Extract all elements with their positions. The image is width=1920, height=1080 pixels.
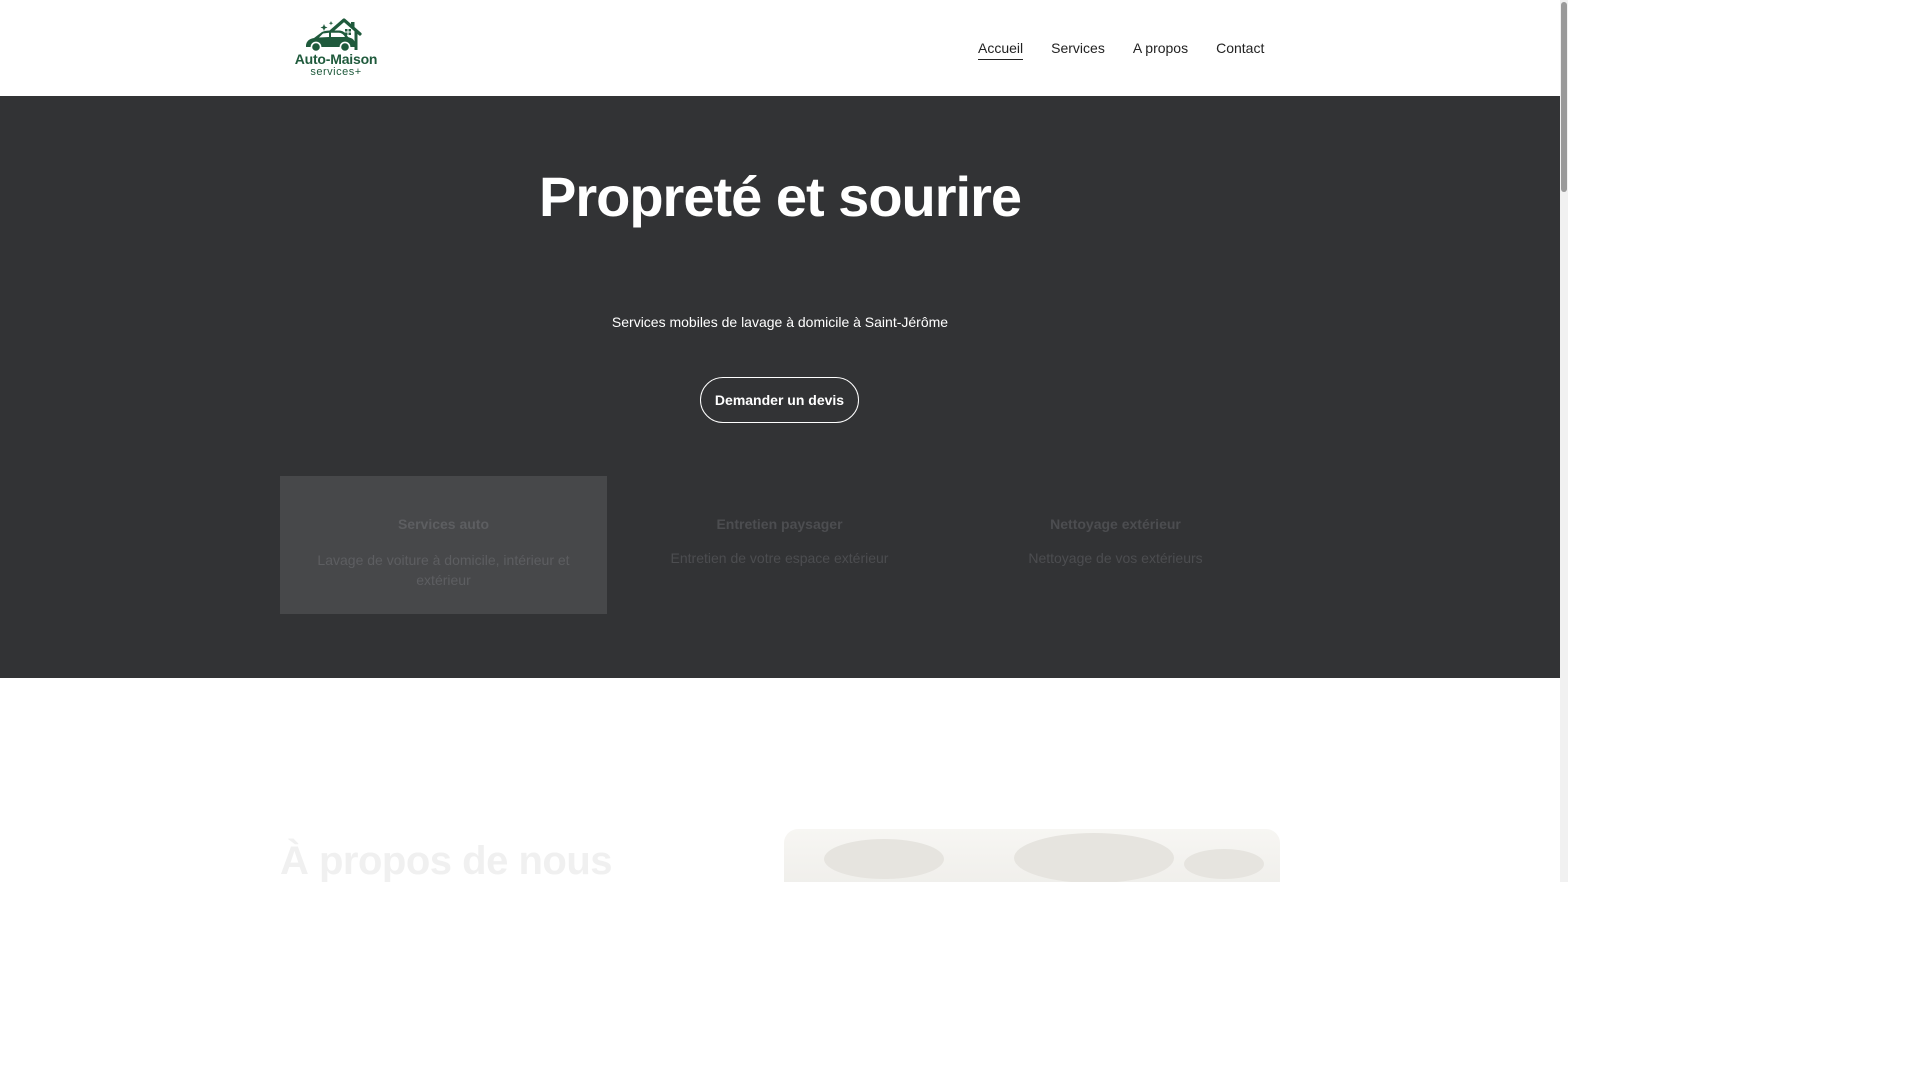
- service-card-landscaping[interactable]: Entretien paysager Entretien de votre es…: [616, 476, 943, 614]
- service-card-description: Nettoyage de vos extérieurs: [1028, 550, 1203, 566]
- service-card-auto[interactable]: Services auto Lavage de voiture à domici…: [280, 476, 607, 614]
- hero-section: Propreté et sourire Services mobiles de …: [0, 96, 1560, 678]
- service-cards: Services auto Lavage de voiture à domici…: [280, 476, 1280, 614]
- about-image: [784, 829, 1280, 882]
- service-card-description: Entretien de votre espace extérieur: [670, 550, 889, 566]
- service-card-title: Entretien paysager: [716, 516, 843, 532]
- service-card-exterior-cleaning[interactable]: Nettoyage extérieur Nettoyage de vos ext…: [952, 476, 1279, 614]
- service-card-title: Nettoyage extérieur: [1050, 516, 1181, 532]
- page-scrollbar[interactable]: [1560, 0, 1568, 882]
- car-house-logo-icon: [306, 18, 362, 53]
- about-section-title: À propos de nous: [280, 839, 613, 882]
- nav-link-contact[interactable]: Contact: [1216, 38, 1264, 60]
- logo-subtitle: services+: [310, 66, 362, 78]
- hero-subtitle: Services mobiles de lavage à domicile à …: [611, 314, 949, 330]
- site-header: Auto-Maison services+ Accueil Services A…: [0, 0, 1560, 96]
- service-card-description: Lavage de voiture à domicile, intérieur …: [317, 552, 570, 588]
- hero-title: Propreté et sourire: [538, 165, 1022, 228]
- scrollbar-thumb[interactable]: [1561, 2, 1567, 192]
- page: Auto-Maison services+ Accueil Services A…: [0, 0, 1560, 882]
- main-nav: Accueil Services A propos Contact: [978, 38, 1264, 60]
- nav-link-services[interactable]: Services: [1051, 38, 1105, 60]
- logo-link[interactable]: Auto-Maison services+: [294, 16, 378, 80]
- nav-link-a-propos[interactable]: A propos: [1133, 38, 1188, 60]
- logo-wordmark: Auto-Maison services+: [294, 52, 378, 78]
- request-quote-button[interactable]: Demander un devis: [700, 377, 859, 423]
- logo-title: Auto-Maison: [294, 51, 378, 67]
- service-card-title: Services auto: [397, 516, 490, 532]
- nav-link-accueil[interactable]: Accueil: [978, 38, 1024, 60]
